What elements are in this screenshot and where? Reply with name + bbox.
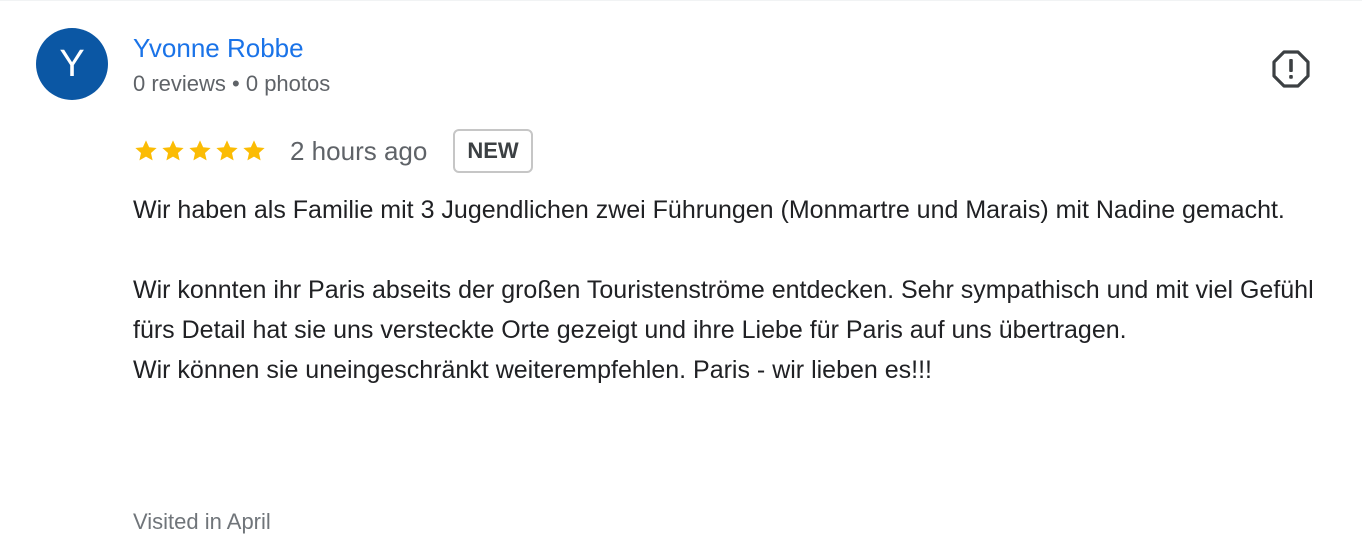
star-icon (216, 140, 238, 161)
star-rating (133, 138, 268, 164)
review-paragraph: Wir haben als Familie mit 3 Jugendlichen… (133, 196, 1285, 224)
star-icon (243, 140, 265, 161)
star-icon (135, 140, 157, 161)
new-badge: NEW (453, 129, 533, 173)
review-paragraph: Wir können sie uneingeschränkt weiteremp… (133, 356, 932, 384)
rating-row: 2 hours ago NEW (133, 128, 533, 174)
star-icon (162, 140, 184, 161)
report-review-button[interactable] (1270, 48, 1312, 90)
avatar-initial: Y (59, 42, 85, 85)
avatar[interactable]: Y (36, 28, 108, 100)
top-divider (0, 0, 1362, 1)
reviewer-name-link[interactable]: Yvonne Robbe (133, 32, 304, 64)
review-time: 2 hours ago (290, 135, 428, 166)
report-octagon-icon (1272, 50, 1310, 88)
visited-date: Visited in April (133, 509, 271, 534)
star-icon (189, 140, 211, 161)
reviewer-meta: 0 reviews • 0 photos (133, 71, 331, 96)
review-paragraph: Wir konnten ihr Paris abseits der großen… (133, 276, 1314, 344)
review-text: Wir haben als Familie mit 3 Jugendlichen… (133, 190, 1348, 390)
